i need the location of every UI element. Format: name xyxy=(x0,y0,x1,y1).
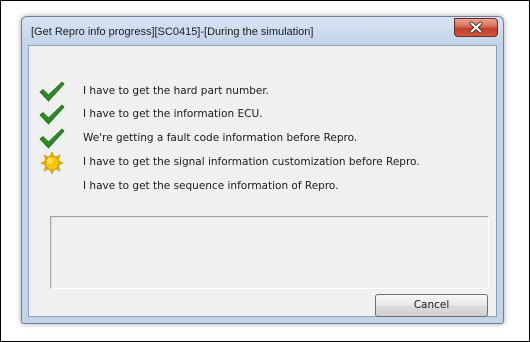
cancel-button[interactable]: Cancel xyxy=(375,294,488,317)
step-row: I have to get the hard part number. xyxy=(29,81,489,102)
title-bar: [Get Repro info progress][SC0415]-[Durin… xyxy=(22,17,503,45)
step-label: I have to get the information ECU. xyxy=(83,108,263,120)
step-label: I have to get the signal information cus… xyxy=(83,156,420,168)
checkmark-icon xyxy=(39,128,65,149)
progress-dialog: [Get Repro info progress][SC0415]-[Durin… xyxy=(21,16,504,324)
sun-progress-icon xyxy=(40,152,64,174)
step-label: I have to get the hard part number. xyxy=(83,85,270,97)
step-label: I have to get the sequence information o… xyxy=(83,180,339,192)
log-output-box[interactable] xyxy=(50,216,489,289)
step-row: I have to get the information ECU. xyxy=(29,104,489,125)
dialog-title: [Get Repro info progress][SC0415]-[Durin… xyxy=(31,26,314,38)
checkmark-icon xyxy=(39,104,65,125)
close-button[interactable] xyxy=(454,18,498,37)
step-row: I have to get the sequence information o… xyxy=(29,177,489,197)
checkmark-icon xyxy=(39,81,65,102)
dialog-client-area: I have to get the hard part number. I ha… xyxy=(28,45,497,317)
step-label: We're getting a fault code information b… xyxy=(83,132,358,144)
step-row: I have to get the signal information cus… xyxy=(29,152,489,174)
close-x-icon xyxy=(469,21,483,34)
step-row: We're getting a fault code information b… xyxy=(29,128,489,149)
